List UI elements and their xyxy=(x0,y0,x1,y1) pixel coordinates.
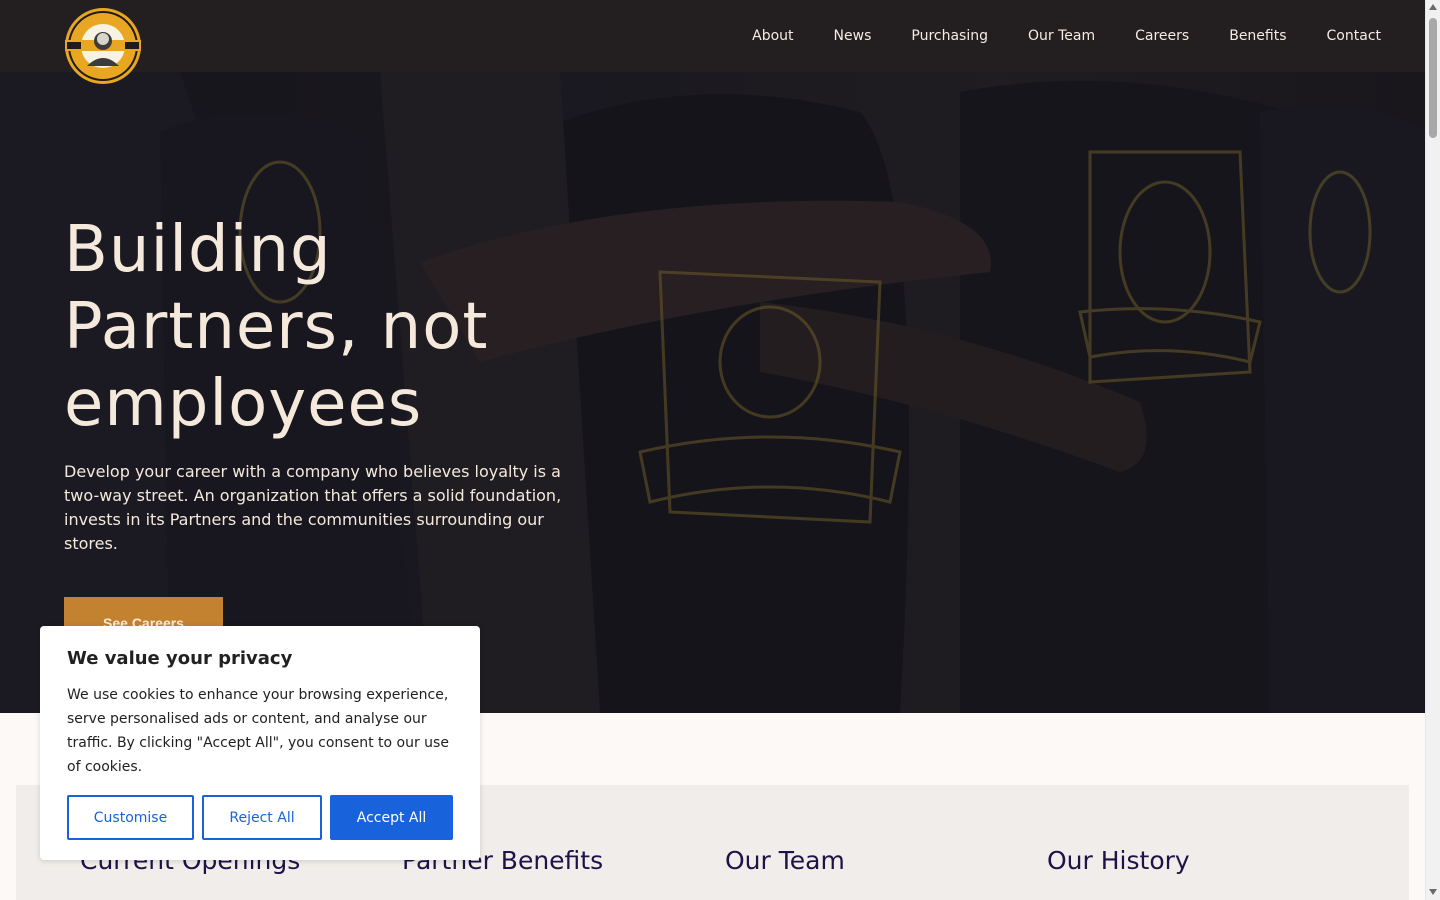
accept-all-button[interactable]: Accept All xyxy=(330,795,453,840)
page-scrollbar[interactable] xyxy=(1425,0,1440,900)
cookie-description: We use cookies to enhance your browsing … xyxy=(67,687,449,775)
our-team-title[interactable]: Our Team xyxy=(725,846,845,875)
nav-our-team[interactable]: Our Team xyxy=(1028,28,1095,44)
main-nav: About News Purchasing Our Team Careers B… xyxy=(712,0,1425,72)
nav-benefits[interactable]: Benefits xyxy=(1229,28,1286,44)
site-header: About News Purchasing Our Team Careers B… xyxy=(0,0,1425,84)
cookie-consent-banner: We value your privacy We use cookies to … xyxy=(40,626,480,860)
scroll-up-arrow-icon[interactable] xyxy=(1429,4,1437,10)
hero-title: Building Partners, not employees xyxy=(64,213,489,441)
hero-description: Develop your career with a company who b… xyxy=(64,462,562,553)
nav-purchasing[interactable]: Purchasing xyxy=(911,28,988,44)
reject-all-button[interactable]: Reject All xyxy=(202,795,322,840)
company-logo[interactable] xyxy=(63,0,143,94)
scroll-down-arrow-icon[interactable] xyxy=(1429,889,1437,895)
our-history-title[interactable]: Our History xyxy=(1047,846,1190,875)
hero-section: Building Partners, not employees Develop… xyxy=(0,72,1425,713)
nav-about[interactable]: About xyxy=(752,28,793,44)
nav-contact[interactable]: Contact xyxy=(1327,28,1381,44)
ec-barton-logo-icon xyxy=(65,8,141,84)
scrollbar-thumb[interactable] xyxy=(1429,18,1437,138)
cookie-title: We value your privacy xyxy=(67,648,293,669)
nav-news[interactable]: News xyxy=(834,28,872,44)
nav-careers[interactable]: Careers xyxy=(1135,28,1189,44)
customise-button[interactable]: Customise xyxy=(67,795,194,840)
